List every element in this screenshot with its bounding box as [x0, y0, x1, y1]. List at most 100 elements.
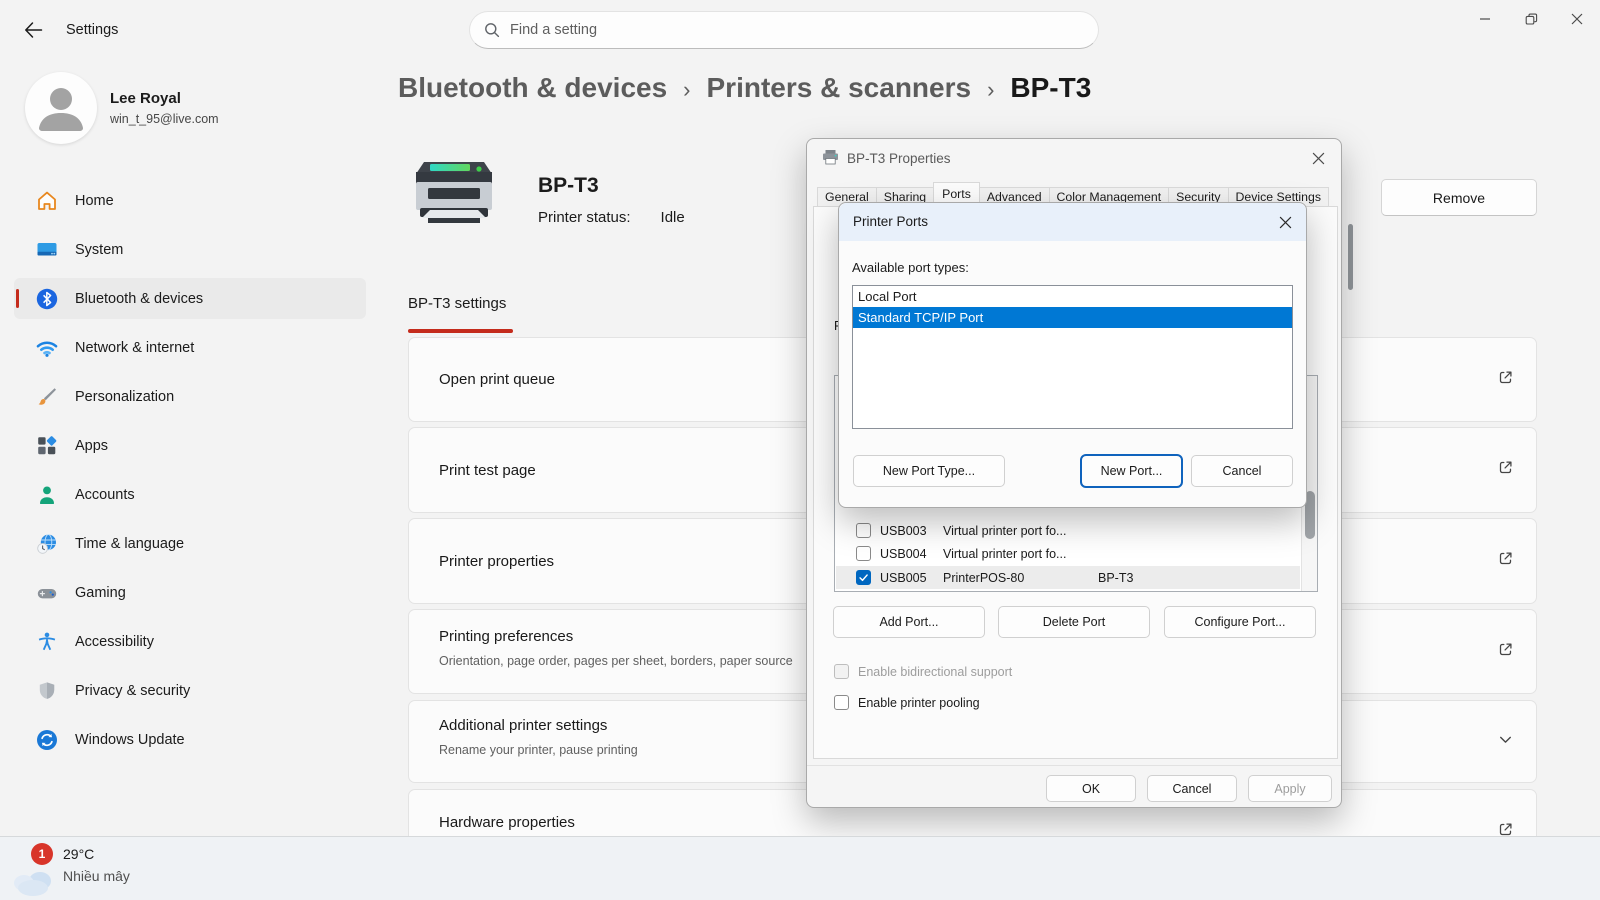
- search-box[interactable]: [469, 11, 1099, 49]
- ok-button[interactable]: OK: [1046, 775, 1136, 802]
- breadcrumb: Bluetooth & devices › Printers & scanner…: [398, 72, 1091, 104]
- port-row-usb003[interactable]: USB003 Virtual printer port fo...: [836, 519, 1300, 542]
- person-icon: [25, 72, 97, 144]
- sidebar-item-label: Home: [75, 193, 114, 209]
- port-type-local-port[interactable]: Local Port: [853, 286, 1292, 307]
- close-button[interactable]: [1554, 0, 1600, 38]
- weather-condition: Nhiều mây: [63, 868, 130, 884]
- breadcrumb-separator: ›: [987, 74, 994, 103]
- external-link-icon: [1497, 369, 1514, 391]
- content-scrollbar-thumb[interactable]: [1348, 224, 1353, 290]
- external-link-icon: [1497, 641, 1514, 663]
- dialog-close-icon[interactable]: [1270, 209, 1300, 235]
- port-row-usb005[interactable]: USB005 PrinterPOS-80 BP-T3: [836, 566, 1300, 589]
- taskbar: 1 29°C Nhiều mây Ae Ai Ps Pr T >_ ⚙: [0, 836, 1600, 900]
- printer-status: Printer status: Idle: [538, 209, 685, 226]
- printer-status-label: Printer status:: [538, 209, 631, 226]
- sidebar-item-label: Network & internet: [75, 340, 194, 356]
- user-name: Lee Royal: [110, 90, 181, 107]
- delete-port-button[interactable]: Delete Port: [998, 606, 1150, 638]
- checkbox-unchecked: [834, 664, 849, 679]
- port-type-standard-tcpip[interactable]: Standard TCP/IP Port: [853, 307, 1292, 328]
- sidebar-item-label: Apps: [75, 438, 108, 454]
- dialog-footer-divider: [807, 765, 1341, 766]
- available-port-types-label: Available port types:: [852, 260, 969, 275]
- sidebar-item-label: Gaming: [75, 585, 126, 601]
- chevron-down-icon[interactable]: [1497, 731, 1514, 753]
- sidebar-item-privacy-security[interactable]: Privacy & security: [14, 670, 366, 711]
- cancel-button[interactable]: Cancel: [1147, 775, 1237, 802]
- sidebar-item-label: Time & language: [75, 536, 184, 552]
- search-input[interactable]: [510, 22, 1050, 38]
- minimize-button[interactable]: [1462, 0, 1508, 38]
- back-arrow-icon: [22, 19, 44, 41]
- add-port-button[interactable]: Add Port...: [833, 606, 985, 638]
- printer-status-value: Idle: [661, 209, 685, 226]
- sidebar-item-label: System: [75, 242, 123, 258]
- system-icon: [34, 237, 59, 262]
- port-types-listbox[interactable]: Local Port Standard TCP/IP Port: [852, 285, 1293, 429]
- back-button[interactable]: [16, 14, 50, 46]
- sidebar-item-time-language[interactable]: Time & language: [14, 523, 366, 564]
- checkbox-unchecked[interactable]: [834, 695, 849, 710]
- sidebar-item-system[interactable]: System: [14, 229, 366, 270]
- new-port-button[interactable]: New Port...: [1081, 455, 1182, 487]
- printer-ports-dialog: Printer Ports Available port types: Loca…: [838, 202, 1307, 508]
- dialog-close-icon[interactable]: [1303, 145, 1333, 171]
- sidebar-item-label: Accounts: [75, 487, 135, 503]
- sidebar-item-apps[interactable]: Apps: [14, 425, 366, 466]
- sidebar-item-label: Bluetooth & devices: [75, 291, 203, 307]
- apply-button: Apply: [1248, 775, 1332, 802]
- sidebar-item-gaming[interactable]: Gaming: [14, 572, 366, 613]
- search-icon: [484, 22, 500, 38]
- home-icon: [34, 188, 59, 213]
- restore-button[interactable]: [1508, 0, 1554, 38]
- port-checkbox-unchecked[interactable]: [856, 546, 871, 561]
- weather-widget[interactable]: 1 29°C Nhiều mây: [10, 851, 210, 899]
- sidebar-item-label: Privacy & security: [75, 683, 190, 699]
- network-icon: [34, 335, 59, 360]
- sidebar-item-accounts[interactable]: Accounts: [14, 474, 366, 515]
- ports-dialog-title: Printer Ports: [853, 214, 928, 229]
- printer-name: BP-T3: [538, 174, 599, 198]
- port-checkbox-unchecked[interactable]: [856, 523, 871, 538]
- window-title: Settings: [66, 22, 118, 38]
- ports-cancel-button[interactable]: Cancel: [1191, 455, 1293, 487]
- remove-button[interactable]: Remove: [1381, 179, 1537, 216]
- sidebar-item-home[interactable]: Home: [14, 180, 366, 221]
- windows-update-icon: [34, 727, 59, 752]
- apps-icon: [34, 433, 59, 458]
- sidebar-item-personalization[interactable]: Personalization: [14, 376, 366, 417]
- enable-printer-pooling-checkbox[interactable]: Enable printer pooling: [834, 695, 980, 710]
- printer-icon: [408, 152, 500, 235]
- section-active-underline: [408, 329, 513, 333]
- section-title[interactable]: BP-T3 settings: [408, 295, 506, 312]
- sidebar-item-windows-update[interactable]: Windows Update: [14, 719, 366, 760]
- desktop: Settings Lee Royal win_t_95@live.com Hom…: [0, 0, 1600, 900]
- enable-bidirectional-checkbox: Enable bidirectional support: [834, 664, 1012, 679]
- weather-temperature: 29°C: [63, 846, 94, 862]
- new-port-type-button[interactable]: New Port Type...: [853, 455, 1005, 487]
- breadcrumb-printers-scanners[interactable]: Printers & scanners: [707, 72, 972, 104]
- sidebar-item-label: Accessibility: [75, 634, 154, 650]
- port-checkbox-checked[interactable]: [856, 570, 871, 585]
- sidebar-item-label: Windows Update: [75, 732, 185, 748]
- weather-notification-badge: 1: [31, 843, 53, 865]
- sidebar-item-bluetooth-devices[interactable]: Bluetooth & devices: [14, 278, 366, 319]
- port-row-usb004[interactable]: USB004 Virtual printer port fo...: [836, 542, 1300, 565]
- accessibility-icon: [34, 629, 59, 654]
- bluetooth-icon: [34, 286, 59, 311]
- time-language-icon: [34, 531, 59, 556]
- window-controls: [1462, 0, 1600, 38]
- sidebar-item-accessibility[interactable]: Accessibility: [14, 621, 366, 662]
- shield-icon: [34, 678, 59, 703]
- sidebar-item-network-internet[interactable]: Network & internet: [14, 327, 366, 368]
- breadcrumb-bluetooth-devices[interactable]: Bluetooth & devices: [398, 72, 667, 104]
- breadcrumb-current-page: BP-T3: [1010, 72, 1091, 104]
- printer-small-icon: [821, 149, 840, 171]
- breadcrumb-separator: ›: [683, 74, 690, 103]
- accounts-icon: [34, 482, 59, 507]
- configure-port-button[interactable]: Configure Port...: [1164, 606, 1316, 638]
- external-link-icon: [1497, 459, 1514, 481]
- avatar[interactable]: [25, 72, 97, 144]
